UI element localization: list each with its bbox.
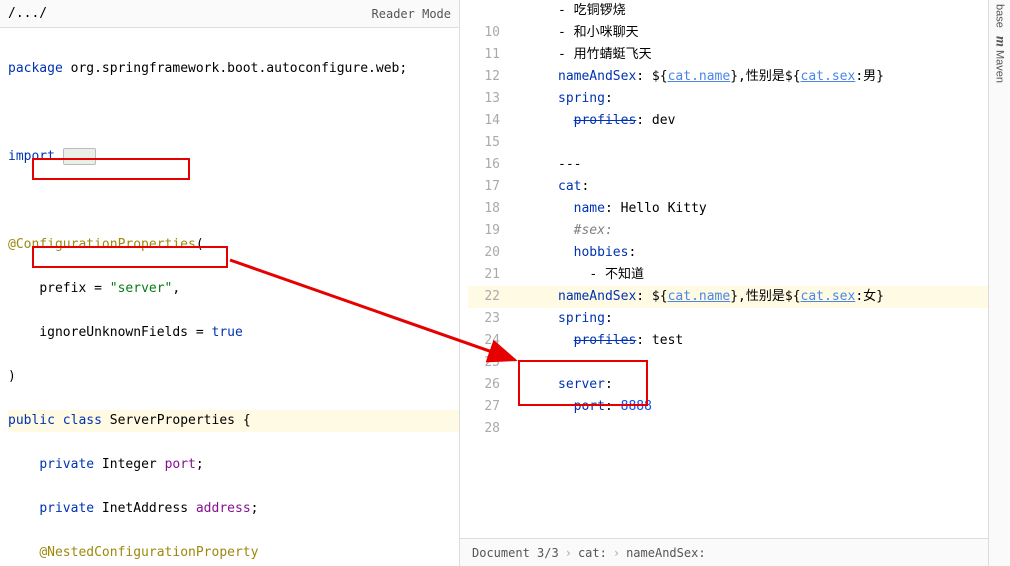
yaml-line: 14 profiles: dev [468,110,988,132]
line-number: 28 [468,418,508,440]
breadcrumb-cat[interactable]: cat: [578,546,607,560]
line-number: 20 [468,242,508,264]
yaml-line: 26server: [468,374,988,396]
yaml-line: 28 [468,418,988,440]
line-number: 14 [468,110,508,132]
line-number: 10 [468,22,508,44]
breadcrumb-separator: › [613,546,620,560]
right-editor-pane: - 吃铜锣烧10- 和小咪聊天11- 用竹蜻蜓飞天12nameAndSex: $… [460,0,1010,566]
line-number: 27 [468,396,508,418]
import-fold[interactable]: ... [63,148,96,165]
left-editor-pane: /.../ Reader Mode package org.springfram… [0,0,460,566]
yaml-line: - 吃铜锣烧 [468,0,988,22]
line-number: 17 [468,176,508,198]
anno-configprops: @ConfigurationProperties [8,237,196,252]
tool-strip: base m Maven [988,0,1010,566]
line-number: 23 [468,308,508,330]
line-number: 15 [468,132,508,154]
yaml-line: 18 name: Hello Kitty [468,198,988,220]
line-number: 13 [468,88,508,110]
breadcrumb-nameandsex[interactable]: nameAndSex: [626,546,705,560]
kw-import: import [8,149,55,164]
line-number: 11 [468,44,508,66]
file-path: /.../ [8,6,47,21]
java-code-area[interactable]: package org.springframework.boot.autocon… [0,28,459,566]
line-number: 19 [468,220,508,242]
doc-indicator[interactable]: Document 3/3 [472,546,559,560]
line-number: 18 [468,198,508,220]
yaml-line: 27 port: 8888 [468,396,988,418]
yaml-line: 10- 和小咪聊天 [468,22,988,44]
line-number: 26 [468,374,508,396]
reader-mode-button[interactable]: Reader Mode [372,7,451,21]
line-number: 24 [468,330,508,352]
breadcrumb-separator: › [565,546,572,560]
yaml-line: 20 hobbies: [468,242,988,264]
yaml-line: 21 - 不知道 [468,264,988,286]
yaml-line: 24 profiles: test [468,330,988,352]
yaml-line: 25 [468,352,988,374]
field-port: port [165,457,196,472]
yaml-line: 17cat: [468,176,988,198]
yaml-line: 13spring: [468,88,988,110]
yaml-line: 15 [468,132,988,154]
breadcrumb-bar: Document 3/3 › cat: › nameAndSex: [460,538,1010,566]
tool-database[interactable]: base [994,4,1006,28]
prefix-value: "server" [110,281,173,296]
yaml-code-area[interactable]: - 吃铜锣烧10- 和小咪聊天11- 用竹蜻蜓飞天12nameAndSex: $… [460,0,988,448]
kw-package: package [8,61,63,76]
file-header: /.../ Reader Mode [0,0,459,28]
line-number: 16 [468,154,508,176]
yaml-line: 19 #sex: [468,220,988,242]
yaml-line: 23spring: [468,308,988,330]
maven-icon: m [993,36,1008,47]
yaml-line: 16--- [468,154,988,176]
line-number: 12 [468,66,508,88]
yaml-line: 12nameAndSex: ${cat.name},性别是${cat.sex:男… [468,66,988,88]
line-number: 22 [468,286,508,308]
tool-maven[interactable]: m Maven [992,36,1008,83]
line-number: 21 [468,264,508,286]
yaml-line: 11- 用竹蜻蜓飞天 [468,44,988,66]
line-number: 25 [468,352,508,374]
yaml-line: 22nameAndSex: ${cat.name},性别是${cat.sex:女… [468,286,988,308]
